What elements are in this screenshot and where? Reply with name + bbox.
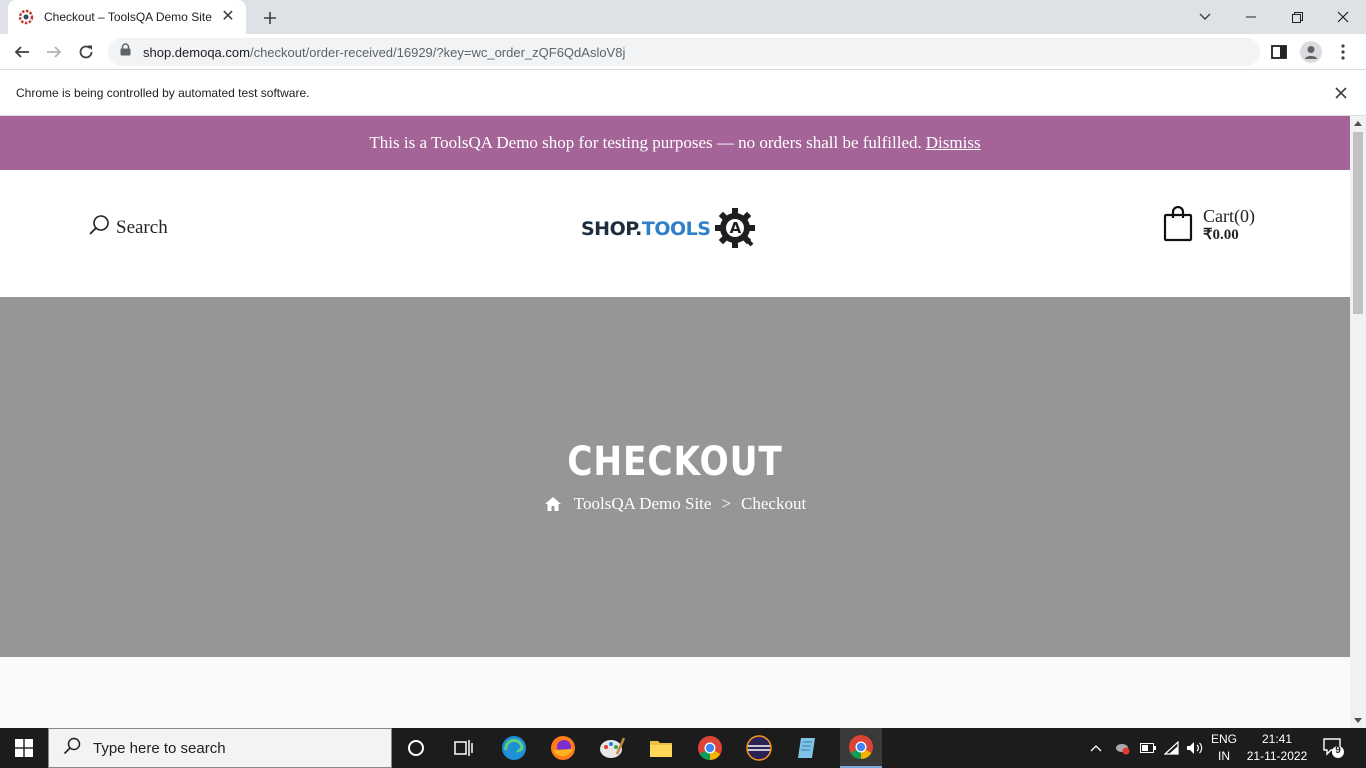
tab-close-icon[interactable]: ✕ [220,9,236,25]
logo-badge-letter: A [729,219,742,237]
minimize-button[interactable] [1228,0,1274,34]
tab-strip: Checkout – ToolsQA Demo Site ✕ [0,0,1366,34]
cart-label: Cart(0) [1203,206,1255,226]
wifi-icon[interactable] [1164,728,1180,768]
dismiss-link[interactable]: Dismiss [926,133,981,153]
file-explorer-icon[interactable] [645,732,677,764]
cart-amount: ₹0.00 [1203,227,1239,243]
url-host: shop.demoqa.com [143,44,250,60]
notepad-app-icon[interactable] [792,732,824,764]
taskbar-search-icon [63,737,81,760]
address-bar[interactable]: shop.demoqa.com/checkout/order-received/… [108,38,1260,66]
chrome-icon[interactable] [694,732,726,764]
breadcrumb: ToolsQA Demo Site > Checkout [0,494,1350,514]
url-text[interactable]: shop.demoqa.com/checkout/order-received/… [143,45,625,60]
search-toggle[interactable]: Search [88,214,168,241]
taskbar-search-placeholder: Type here to search [93,739,226,757]
infobar-message: Chrome is being controlled by automated … [16,85,310,100]
url-path: /checkout/order-received/16929/?key=wc_o… [249,44,626,60]
breadcrumb-current: Checkout [741,494,807,513]
forward-arrow-icon[interactable] [42,40,66,64]
scroll-up-arrow-icon[interactable] [1354,121,1362,126]
taskbar-clock[interactable]: 21:41 21-11-2022 [1244,731,1310,765]
scroll-thumb[interactable] [1353,132,1363,314]
infobar-close-icon[interactable] [1332,84,1350,102]
breadcrumb-separator: > [721,494,732,513]
page-viewport: This is a ToolsQA Demo shop for testing … [0,116,1350,728]
notification-center-icon[interactable]: 9 [1322,736,1346,760]
clock-time: 21:41 [1261,732,1293,746]
windows-taskbar: Type here to search ENG IN 21:41 21-11-2… [0,728,1366,768]
tab-title: Checkout – ToolsQA Demo Site [44,10,212,24]
tab-search-chevron-icon[interactable] [1182,0,1228,34]
notice-text: This is a ToolsQA Demo shop for testing … [369,133,922,152]
back-arrow-icon[interactable] [10,40,34,64]
site-logo[interactable]: SHOP.TOOLS A [581,206,759,252]
search-label: Search [116,216,168,238]
network-warning-icon[interactable] [1114,728,1132,768]
side-panel-icon[interactable] [1267,40,1291,64]
logo-tools: TOOLS [641,218,711,240]
home-icon[interactable] [544,496,562,512]
region-code: IN [1218,749,1230,763]
new-tab-button[interactable] [258,6,282,30]
paint-app-icon[interactable] [596,732,628,764]
automation-infobar: Chrome is being controlled by automated … [0,70,1366,116]
page-title: CHECKOUT [567,439,783,485]
breadcrumb-home-link[interactable]: ToolsQA Demo Site [574,494,712,514]
language-code: ENG [1210,732,1237,746]
firefox-icon[interactable] [547,732,579,764]
logo-text: SHOP.TOOLS [581,218,711,240]
shopping-bag-icon [1163,205,1193,247]
clock-date: 21-11-2022 [1246,749,1308,763]
toolsqa-favicon-icon [18,9,34,25]
site-header: Search SHOP.TOOLS A Cart(0) ₹0.00 [0,170,1350,297]
close-window-button[interactable] [1320,0,1366,34]
cortana-icon[interactable] [400,732,432,764]
browser-tab-checkout[interactable]: Checkout – ToolsQA Demo Site ✕ [8,0,246,34]
page-scrollbar[interactable] [1350,116,1366,728]
chrome-menu-icon[interactable] [1331,40,1355,64]
scroll-down-arrow-icon[interactable] [1354,718,1362,723]
input-language[interactable]: ENG IN [1208,731,1240,765]
profile-avatar-icon[interactable] [1299,40,1323,64]
edge-browser-icon[interactable] [498,732,530,764]
notification-count-badge: 9 [1335,745,1341,756]
demo-store-notice: This is a ToolsQA Demo shop for testing … [0,116,1350,170]
battery-icon[interactable] [1140,728,1156,768]
task-view-icon[interactable] [448,732,480,764]
cart-widget[interactable]: Cart(0) ₹0.00 [1163,205,1255,247]
taskbar-search-box[interactable]: Type here to search [48,728,392,768]
reload-icon[interactable] [74,40,98,64]
volume-icon[interactable] [1186,728,1204,768]
chrome-active-taskbar-icon[interactable] [840,728,882,768]
lock-icon[interactable] [120,43,131,61]
page-hero: CHECKOUT ToolsQA Demo Site > Checkout [0,297,1350,657]
cart-summary: Cart(0) ₹0.00 [1203,206,1255,244]
windows-start-icon[interactable] [0,728,48,768]
restore-button[interactable] [1274,0,1320,34]
eclipse-ide-icon[interactable] [743,732,775,764]
search-icon [88,214,110,241]
gear-logo-icon: A [713,206,759,252]
show-hidden-icons-chevron-icon[interactable] [1090,728,1102,768]
logo-shop: SHOP. [581,218,642,240]
